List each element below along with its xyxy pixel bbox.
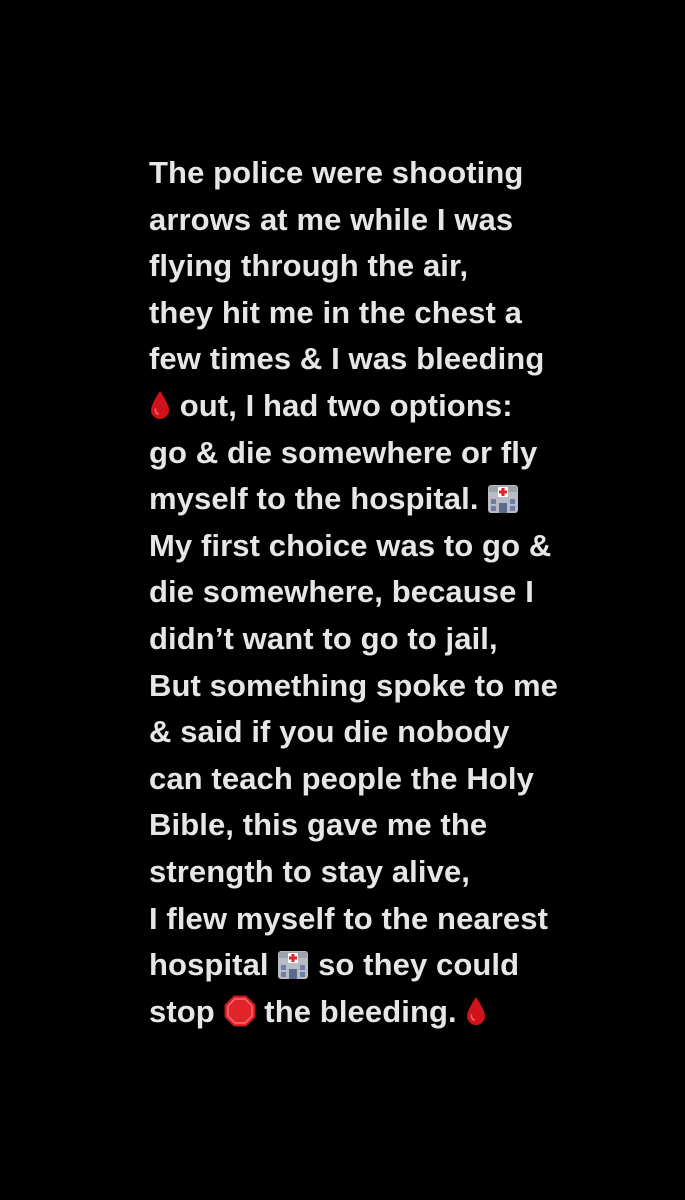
story-line-3: flying through the air, <box>149 248 469 284</box>
story-line-19-text-b: the bleeding. <box>255 993 466 1029</box>
story-screen: The police were shooting arrows at me wh… <box>0 0 685 1200</box>
story-line-13: & said if you die nobody <box>149 714 510 750</box>
story-line-19-text-a: stop <box>149 993 224 1029</box>
story-line-10: die somewhere, because I <box>149 574 534 610</box>
story-line-12: But something spoke to me <box>149 667 558 703</box>
story-line-18: hospital so they could <box>149 942 669 989</box>
hospital-icon <box>277 948 309 980</box>
story-line-7: go & die somewhere or fly <box>149 434 538 470</box>
drop-of-blood-icon <box>465 995 487 1027</box>
story-line-8-text: myself to the hospital. <box>149 481 488 517</box>
story-line-6: out, I had two options: <box>149 383 669 430</box>
story-line-16: strength to stay alive, <box>149 853 471 889</box>
story-line-15: Bible, this gave me the <box>149 807 488 843</box>
story-line-9: My first choice was to go & <box>149 527 552 563</box>
story-line-14: can teach people the Holy <box>149 760 534 796</box>
story-line-18-text-b: so they could <box>309 947 520 983</box>
story-line-17: I flew myself to the nearest <box>149 900 549 936</box>
story-line-18-text-a: hospital <box>149 947 278 983</box>
story-line-5: few times & I was bleeding <box>149 341 545 377</box>
story-line-11: didn’t want to go to jail, <box>149 620 498 656</box>
story-line-6-text: out, I had two options: <box>171 387 513 423</box>
story-line-4: they hit me in the chest a <box>149 294 522 330</box>
story-line-19: stop the bleeding. <box>149 989 669 1036</box>
stop-sign-icon <box>224 995 256 1027</box>
story-line-2: arrows at me while I was <box>149 201 514 237</box>
drop-of-blood-icon <box>149 389 171 421</box>
story-line-8: myself to the hospital. <box>149 476 669 523</box>
hospital-icon <box>487 482 519 514</box>
story-line-1: The police were shooting <box>149 155 524 190</box>
story-text-block: The police were shooting arrows at me wh… <box>149 150 669 1035</box>
